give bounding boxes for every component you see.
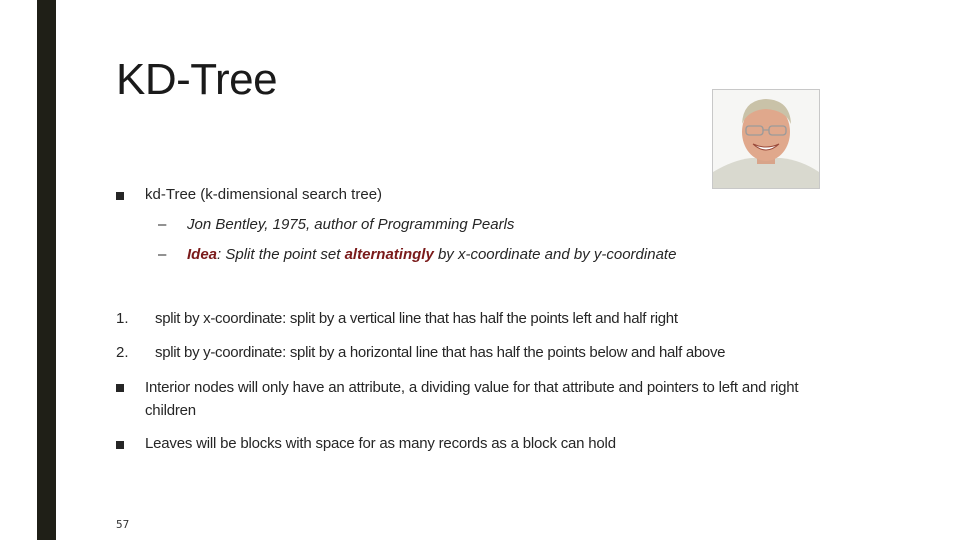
bullet-square-icon xyxy=(116,192,124,200)
bullet-square-icon xyxy=(116,384,124,392)
slide-title: KD-Tree xyxy=(116,55,278,104)
sub-bullet-author: Jon Bentley, 1975, author of Programming… xyxy=(187,216,515,233)
side-accent-bar xyxy=(37,0,56,540)
portrait-image xyxy=(713,90,819,188)
bullet-interior-nodes: Interior nodes will only have an attribu… xyxy=(145,379,799,419)
bullet-square-icon xyxy=(116,441,124,449)
idea-label: Idea xyxy=(187,246,218,263)
portrait-photo xyxy=(712,89,820,189)
idea-text-1: : Split the point set xyxy=(217,246,345,263)
idea-text-2: by x-coordinate and by y-coordinate xyxy=(433,246,677,263)
page-number: 57 xyxy=(116,518,130,531)
number-marker: 2. xyxy=(116,344,129,361)
sub-bullet-idea: Idea: Split the point set alternatingly … xyxy=(187,246,676,263)
number-marker: 1. xyxy=(116,310,129,327)
alternatingly-emphasis: alternatingly xyxy=(344,246,434,263)
numbered-item-x-split: split by x-coordinate: split by a vertic… xyxy=(155,310,678,327)
numbered-item-y-split: split by y-coordinate: split by a horizo… xyxy=(155,344,726,361)
bullet-kd-tree: kd-Tree (k-dimensional search tree) xyxy=(145,186,383,203)
dash-marker: – xyxy=(158,216,167,233)
dash-marker: – xyxy=(158,246,167,263)
bullet-leaves: Leaves will be blocks with space for as … xyxy=(145,435,616,452)
